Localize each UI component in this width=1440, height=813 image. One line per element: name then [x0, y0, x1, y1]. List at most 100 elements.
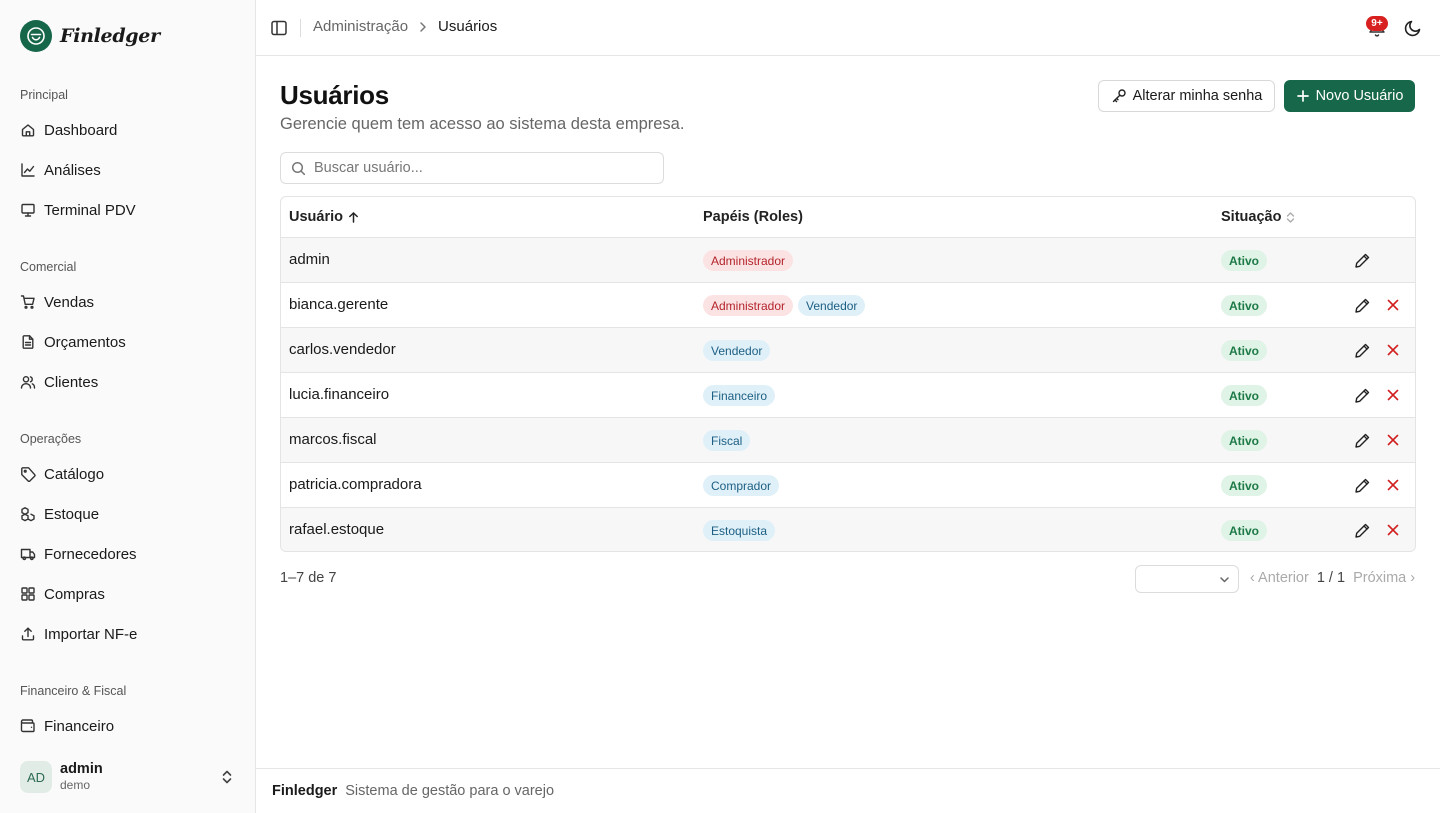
- table-row: rafael.estoque Estoquista Ativo: [281, 508, 1415, 551]
- shopping-cart-icon: [20, 294, 36, 310]
- status-cell: Ativo: [1221, 250, 1267, 271]
- edit-pencil-icon[interactable]: [1354, 252, 1371, 269]
- sidebar-item-label: Compras: [44, 585, 105, 603]
- column-header-status[interactable]: Situação: [1221, 209, 1296, 225]
- user-login: marcos.fiscal: [289, 431, 377, 448]
- sidebar-item-catalogo[interactable]: Catálogo: [12, 457, 244, 491]
- role-badge: Comprador: [703, 475, 780, 496]
- user-login: rafael.estoque: [289, 521, 385, 538]
- sidebar-item-label: Clientes: [44, 373, 99, 391]
- table-row: patricia.compradora Comprador Ativo: [281, 463, 1415, 508]
- status-badge: Ativo: [1221, 295, 1267, 316]
- sidebar-item-estoque[interactable]: Estoque: [12, 497, 244, 531]
- line-chart-icon: [20, 162, 36, 178]
- search-icon: [291, 161, 306, 176]
- sidebar: Finledger Principal Dashboard Análises Term…: [0, 0, 256, 813]
- status-badge: Ativo: [1221, 520, 1267, 541]
- sidebar-item-financeiro[interactable]: Financeiro: [12, 709, 244, 743]
- prev-page-button[interactable]: ‹ Anterior: [1250, 570, 1309, 586]
- footer-tagline: Sistema de gestão para o varejo: [345, 783, 555, 799]
- delete-x-icon[interactable]: [1385, 522, 1401, 538]
- sidebar-item-label: Catálogo: [44, 465, 105, 483]
- sidebar-item-vendas[interactable]: Vendas: [12, 285, 244, 319]
- edit-pencil-icon[interactable]: [1354, 432, 1371, 449]
- users-table: Usuário Papéis (Roles) Situação admin Adm…: [280, 196, 1416, 552]
- truck-icon: [20, 546, 36, 562]
- change-password-button[interactable]: Alterar minha senha: [1098, 80, 1275, 112]
- column-header-user[interactable]: Usuário: [289, 209, 360, 225]
- next-page-button[interactable]: Próxima ›: [1353, 570, 1415, 586]
- delete-x-icon[interactable]: [1385, 387, 1401, 403]
- breadcrumb-administracao[interactable]: Administração: [313, 18, 408, 35]
- page-indicator: 1 / 1: [1316, 570, 1346, 586]
- delete-x-icon[interactable]: [1385, 432, 1401, 448]
- sidebar-item-analises[interactable]: Análises: [12, 153, 244, 187]
- users-icon: [20, 374, 36, 390]
- sidebar-item-orcamentos[interactable]: Orçamentos: [12, 325, 244, 359]
- topbar-divider: [300, 19, 301, 37]
- sidebar-item-compras[interactable]: Compras: [12, 577, 244, 611]
- roles-cell: Vendedor: [703, 340, 771, 361]
- column-header-roles-label: Papéis (Roles): [703, 209, 803, 225]
- home-icon: [20, 122, 36, 138]
- top-bar: Administração Usuários 9+: [256, 0, 1440, 56]
- table-row: marcos.fiscal Fiscal Ativo: [281, 418, 1415, 463]
- sidebar-item-terminal-pdv[interactable]: Terminal PDV: [12, 193, 244, 227]
- theme-toggle-moon-icon[interactable]: [1403, 18, 1423, 38]
- new-user-label: Novo Usuário: [1315, 88, 1404, 104]
- sidebar-item-clientes[interactable]: Clientes: [12, 365, 244, 399]
- sidebar-toggle-icon[interactable]: [270, 19, 288, 37]
- sidebar-item-dashboard[interactable]: Dashboard: [12, 113, 244, 147]
- brand[interactable]: Finledger: [20, 20, 160, 52]
- nav-group-operacoes: Operações: [20, 432, 82, 446]
- search-input[interactable]: [314, 160, 654, 176]
- delete-x-icon[interactable]: [1385, 477, 1401, 493]
- monitor-icon: [20, 202, 36, 218]
- brand-logo-icon: [20, 20, 52, 52]
- delete-x-icon[interactable]: [1385, 342, 1401, 358]
- column-header-roles: Papéis (Roles): [703, 209, 803, 225]
- roles-cell: Administrador: [703, 250, 794, 271]
- status-badge: Ativo: [1221, 340, 1267, 361]
- page-subtitle: Gerencie quem tem acesso ao sistema dest…: [280, 115, 685, 133]
- page-size-select[interactable]: [1135, 565, 1239, 593]
- notifications-button[interactable]: 9+: [1366, 16, 1388, 39]
- new-user-button[interactable]: Novo Usuário: [1284, 80, 1415, 112]
- user-menu[interactable]: AD admin demo: [12, 754, 244, 800]
- user-login: patricia.compradora: [289, 476, 422, 493]
- role-badge: Administrador: [703, 250, 794, 271]
- breadcrumb: Administração Usuários: [313, 18, 497, 35]
- sidebar-item-label: Terminal PDV: [44, 201, 136, 219]
- file-text-icon: [20, 334, 36, 350]
- sidebar-item-fornecedores[interactable]: Fornecedores: [12, 537, 244, 571]
- table-header: Usuário Papéis (Roles) Situação: [281, 197, 1415, 238]
- status-cell: Ativo: [1221, 295, 1267, 316]
- notification-badge: 9+: [1366, 16, 1388, 31]
- sidebar-item-importar-nf-e[interactable]: Importar NF-e: [12, 617, 244, 651]
- pagination-range: 1–7 de 7: [280, 570, 337, 586]
- chevron-right-icon: [419, 21, 427, 33]
- status-badge: Ativo: [1221, 250, 1267, 271]
- status-badge: Ativo: [1221, 430, 1267, 451]
- edit-pencil-icon[interactable]: [1354, 522, 1371, 539]
- delete-x-icon[interactable]: [1385, 297, 1401, 313]
- edit-pencil-icon[interactable]: [1354, 297, 1371, 314]
- user-name: admin: [60, 761, 103, 777]
- sidebar-item-label: Importar NF-e: [44, 625, 138, 643]
- sidebar-item-label: Vendas: [44, 293, 95, 311]
- boxes-icon: [20, 506, 36, 522]
- nav-group-financeiro-fiscal: Financeiro & Fiscal: [20, 684, 127, 698]
- edit-pencil-icon[interactable]: [1354, 477, 1371, 494]
- roles-cell: Administrador Vendedor: [703, 295, 866, 316]
- edit-pencil-icon[interactable]: [1354, 342, 1371, 359]
- wallet-icon: [20, 718, 36, 734]
- edit-pencil-icon[interactable]: [1354, 387, 1371, 404]
- user-meta: admin demo: [60, 761, 103, 793]
- key-icon: [1111, 88, 1127, 104]
- role-badge: Vendedor: [703, 340, 771, 361]
- plus-icon: [1296, 89, 1310, 103]
- sidebar-item-label: Estoque: [44, 505, 100, 523]
- upload-icon: [20, 626, 36, 642]
- search-field[interactable]: [280, 152, 664, 184]
- table-row: bianca.gerente Administrador Vendedor Ativo: [281, 283, 1415, 328]
